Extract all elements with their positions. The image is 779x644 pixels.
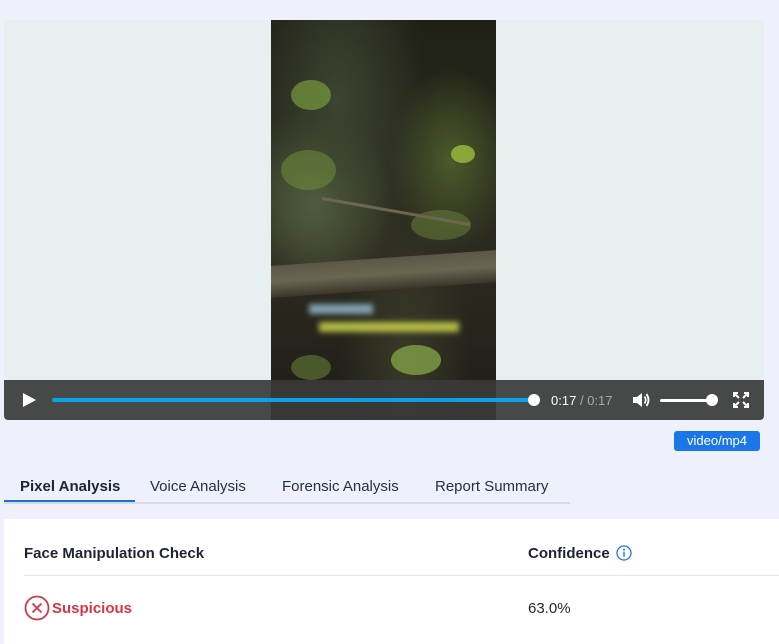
foliage [451,145,475,163]
tab-forensic-analysis[interactable]: Forensic Analysis [282,478,399,495]
volume-icon[interactable] [631,391,651,409]
duration: 0:17 [587,393,613,408]
time-display: 0:17 / 0:17 [551,393,613,408]
foliage [291,355,331,380]
progress-knob[interactable] [528,394,540,406]
log [271,250,496,298]
blurred-caption [319,322,459,332]
confidence-value: 63.0% [528,600,571,617]
tab-pixel-analysis[interactable]: Pixel Analysis [20,478,120,495]
progress-bar[interactable] [52,398,536,402]
x-circle-icon [24,595,50,621]
column-header-confidence: Confidence [528,545,610,562]
blurred-caption [309,304,373,314]
volume-knob[interactable] [706,394,718,406]
foliage [291,80,331,110]
info-icon[interactable] [616,545,632,561]
status-label: Suspicious [52,600,133,617]
results-table: Face Manipulation Check Confidence Suspi… [4,519,779,644]
current-time: 0:17 [551,393,577,408]
player-controls: 0:17 / 0:17 [4,380,764,420]
volume-slider[interactable] [660,399,712,402]
foliage [391,345,441,375]
tab-report-summary[interactable]: Report Summary [435,478,548,495]
mime-type-badge: video/mp4 [674,431,760,451]
video-player[interactable]: 0:17 / 0:17 [4,20,764,420]
table-divider [24,575,779,576]
time-separator: / [579,393,584,408]
play-icon[interactable] [23,393,36,407]
column-header-check: Face Manipulation Check [24,545,205,562]
analysis-tabs: Pixel Analysis Voice Analysis Forensic A… [4,470,570,504]
fullscreen-icon[interactable] [733,392,749,408]
foliage [281,150,336,190]
active-tab-indicator [4,500,135,502]
video-frame[interactable] [271,20,496,420]
tab-voice-analysis[interactable]: Voice Analysis [150,478,246,495]
